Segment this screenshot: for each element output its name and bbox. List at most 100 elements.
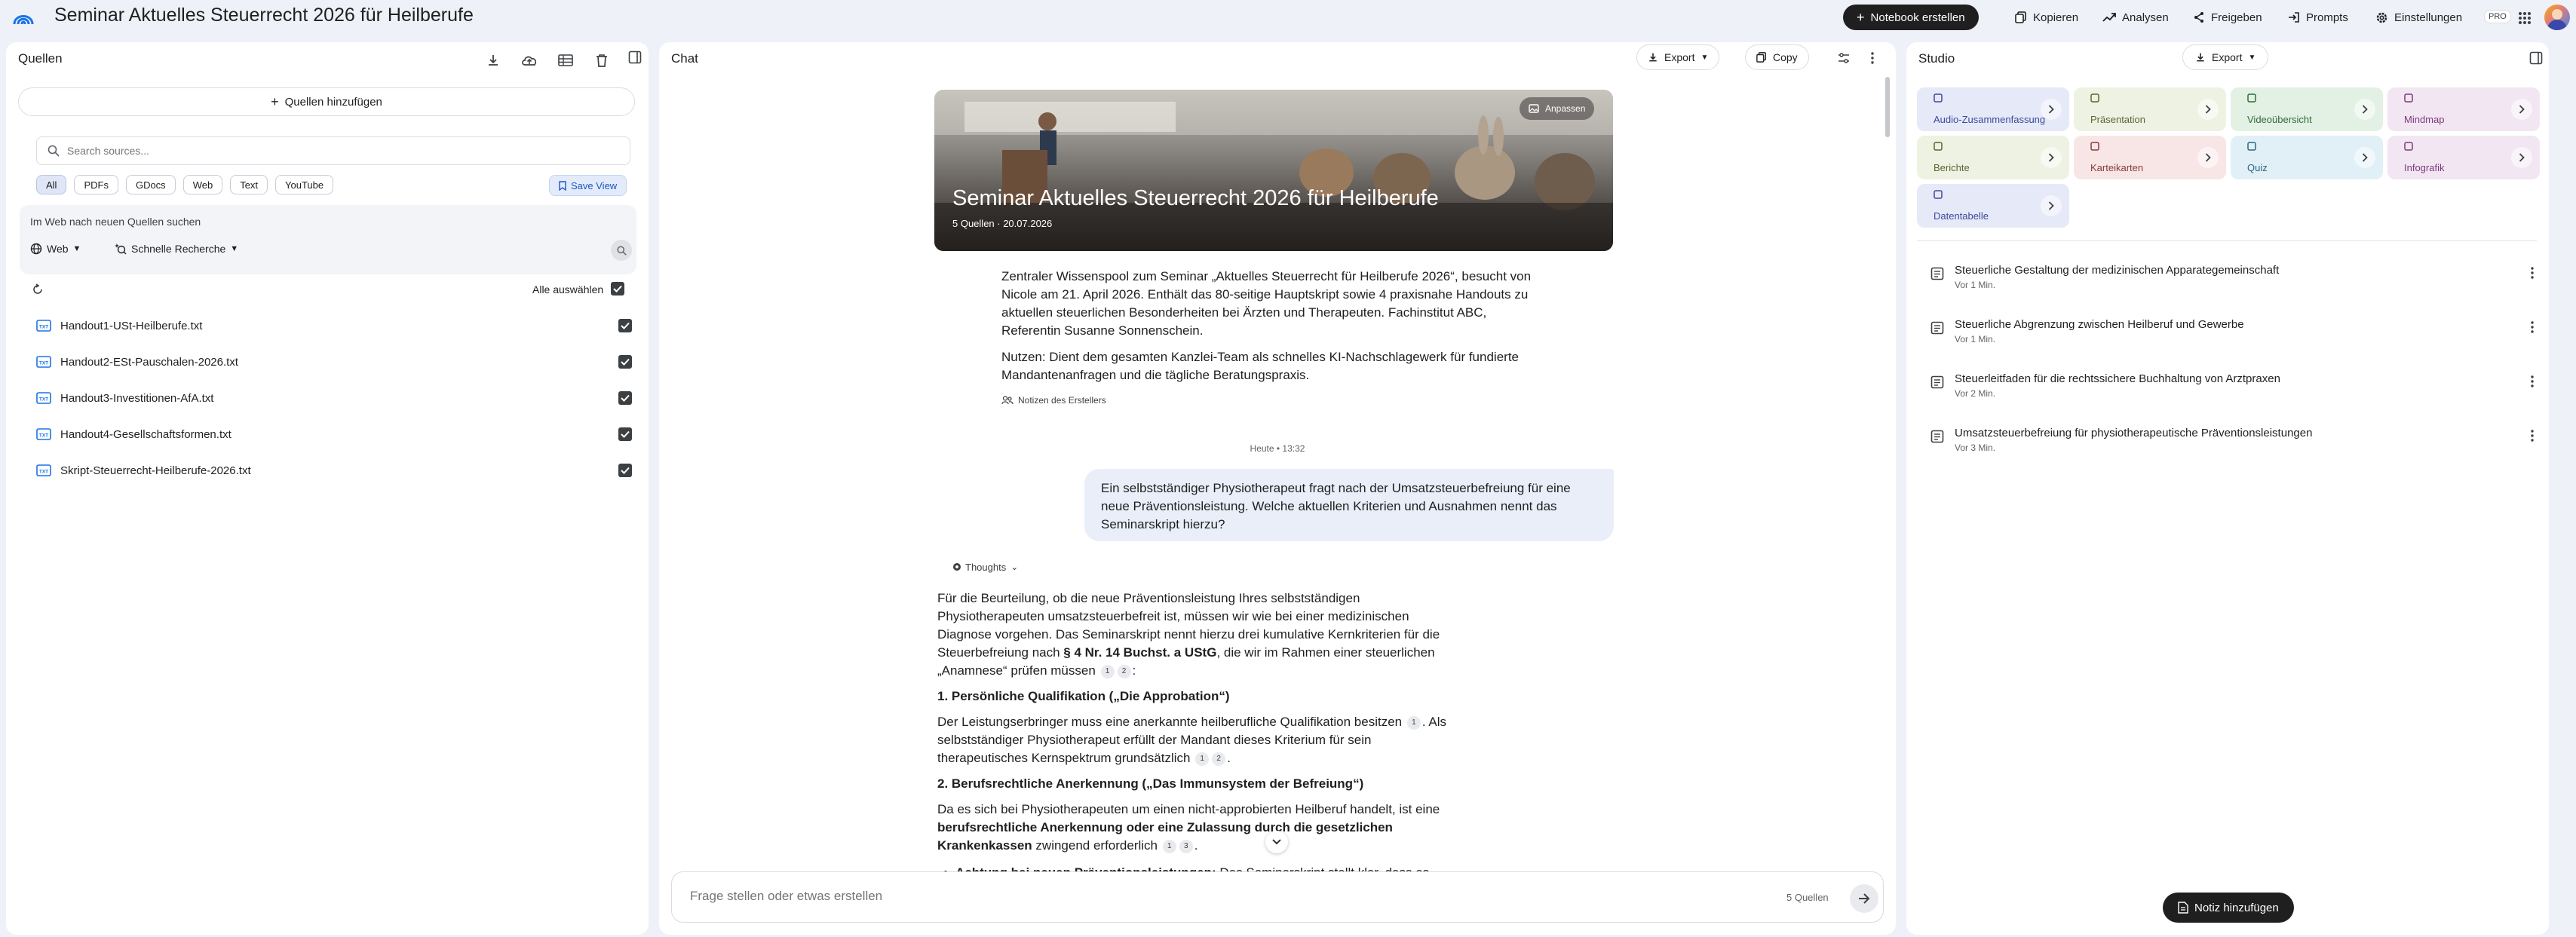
filter-chip-text[interactable]: Text — [230, 175, 268, 194]
search-sources-input[interactable] — [67, 145, 595, 157]
avatar[interactable] — [2544, 5, 2570, 30]
trash-icon[interactable] — [591, 50, 612, 71]
send-button[interactable] — [1850, 884, 1878, 913]
citation-badge[interactable]: 2 — [1117, 664, 1131, 678]
select-all-label: Alle auswählen — [532, 283, 604, 295]
settings-button[interactable]: Einstellungen — [2366, 5, 2471, 30]
citation-badge[interactable]: 1 — [1406, 715, 1421, 730]
chevron-right-icon[interactable] — [2511, 147, 2532, 168]
thoughts-toggle[interactable]: Thoughts ⌄ — [946, 556, 1026, 577]
studio-tile[interactable]: Karteikarten — [2074, 136, 2226, 179]
chevron-right-icon[interactable] — [2354, 147, 2375, 168]
creator-notes-link[interactable]: Notizen des Erstellers — [1001, 395, 1106, 406]
copy-notebook-button[interactable]: Kopieren — [2006, 5, 2087, 30]
studio-tile[interactable]: Quiz — [2231, 136, 2383, 179]
studio-tile[interactable]: Infografik — [2387, 136, 2540, 179]
studio-note-item[interactable]: Steuerliche Gestaltung der medizinischen… — [1930, 261, 2534, 300]
source-item[interactable]: TXT Handout1-USt-Heilberufe.txt — [36, 308, 632, 344]
filter-chip-gdocs[interactable]: GDocs — [125, 175, 176, 194]
chevron-right-icon[interactable] — [2197, 99, 2219, 120]
filter-chip-pdfs[interactable]: PDFs — [74, 175, 118, 194]
refresh-icon[interactable] — [29, 280, 47, 299]
scroll-down-button[interactable] — [1265, 831, 1288, 853]
source-checkbox[interactable] — [618, 427, 632, 441]
studio-tile-label: Mindmap — [2404, 114, 2445, 125]
studio-note-item[interactable]: Umsatzsteuerbefreiung für physiotherapeu… — [1930, 424, 2534, 463]
source-item-name: Handout2-ESt-Pauschalen-2026.txt — [60, 355, 238, 369]
collapse-studio-icon[interactable] — [2526, 48, 2546, 68]
login-arrow-icon — [2289, 12, 2299, 23]
chat-copy-button[interactable]: Copy — [1745, 44, 1809, 70]
studio-note-title: Umsatzsteuerbefreiung für physiotherapeu… — [1955, 427, 2313, 439]
check-icon — [613, 285, 622, 292]
gear-icon — [2376, 12, 2387, 23]
notebooklm-logo-icon[interactable] — [11, 6, 36, 29]
studio-tile[interactable]: Audio-Zusammenfassung — [1917, 87, 2069, 131]
source-item[interactable]: TXT Skript-Steuerrecht-Heilberufe-2026.tx… — [36, 452, 632, 488]
source-checkbox[interactable] — [618, 464, 632, 477]
chevron-right-icon[interactable] — [2511, 99, 2532, 120]
more-vert-icon[interactable] — [1863, 48, 1882, 68]
data-table-icon — [1934, 190, 1943, 199]
citation-badge[interactable]: 1 — [1162, 839, 1176, 853]
download-icon[interactable] — [483, 50, 504, 71]
source-checkbox[interactable] — [618, 355, 632, 369]
chat-input-box[interactable]: 5 Quellen — [671, 871, 1884, 923]
add-sources-button[interactable]: + Quellen hinzufügen — [18, 87, 635, 116]
studio-tile[interactable]: Datentabelle — [1917, 184, 2069, 228]
citation-badge[interactable]: 2 — [1212, 752, 1226, 766]
chat-export-button[interactable]: Export ▼ — [1636, 44, 1720, 70]
save-view-button[interactable]: Save View — [549, 175, 627, 196]
source-item[interactable]: TXT Handout2-ESt-Pauschalen-2026.txt — [36, 344, 632, 380]
citation-badge[interactable]: 3 — [1179, 839, 1193, 853]
studio-note-item[interactable]: Steuerleitfaden für die rechtssichere Bu… — [1930, 369, 2534, 409]
more-vert-icon[interactable] — [2531, 430, 2534, 442]
share-button[interactable]: Freigeben — [2184, 5, 2271, 30]
filter-chip-youtube[interactable]: YouTube — [275, 175, 334, 194]
more-vert-icon[interactable] — [2531, 375, 2534, 387]
studio-tile[interactable]: Mindmap — [2387, 87, 2540, 131]
tune-icon[interactable] — [1834, 48, 1854, 68]
cloud-upload-icon[interactable] — [519, 50, 540, 71]
citation-badge[interactable]: 1 — [1100, 664, 1115, 678]
studio-export-button[interactable]: Export ▼ — [2182, 44, 2269, 70]
search-sources-field[interactable] — [36, 136, 630, 165]
source-checkbox[interactable] — [618, 319, 632, 332]
studio-note-item[interactable]: Steuerliche Abgrenzung zwischen Heilberu… — [1930, 315, 2534, 354]
answer-paragraph: Für die Beurteilung, ob die neue Prävent… — [937, 591, 1440, 678]
source-item[interactable]: TXT Handout4-Gesellschaftsformen.txt — [36, 416, 632, 452]
select-all-checkbox[interactable] — [611, 282, 624, 295]
apps-grid-icon[interactable] — [2514, 8, 2535, 29]
source-item[interactable]: TXT Handout3-Investitionen-AfA.txt — [36, 380, 632, 416]
studio-tile[interactable]: Berichte — [1917, 136, 2069, 179]
analytics-button[interactable]: Analysen — [2093, 5, 2178, 30]
create-notebook-button[interactable]: + Notebook erstellen — [1843, 5, 1979, 30]
chevron-right-icon[interactable] — [2041, 147, 2062, 168]
chevron-right-icon[interactable] — [2041, 195, 2062, 216]
filter-chip-web[interactable]: Web — [182, 175, 223, 194]
chevron-right-icon[interactable] — [2354, 99, 2375, 120]
web-search-submit-button[interactable] — [611, 240, 632, 261]
studio-tile-label: Audio-Zusammenfassung — [1934, 114, 2046, 125]
chevron-right-icon[interactable] — [2197, 147, 2219, 168]
table-view-icon[interactable] — [555, 50, 576, 71]
web-source-dropdown[interactable]: Web ▼ — [30, 243, 81, 255]
chevron-right-icon[interactable] — [2041, 99, 2062, 120]
caret-down-icon: ▼ — [1700, 53, 1709, 62]
studio-tile[interactable]: Videoübersicht — [2231, 87, 2383, 131]
prompts-button[interactable]: Prompts — [2279, 5, 2357, 30]
filter-chip-all[interactable]: All — [36, 175, 67, 194]
customize-button[interactable]: Anpassen — [1520, 97, 1595, 120]
add-note-button[interactable]: Notiz hinzufügen — [2163, 893, 2294, 923]
source-checkbox[interactable] — [618, 391, 632, 405]
studio-tile[interactable]: Präsentation — [2074, 87, 2226, 131]
chat-input[interactable] — [690, 889, 1670, 904]
studio-note-time: Vor 2 Min. — [1955, 388, 1996, 399]
answer-paragraph: Da es sich bei Physiotherapeuten um eine… — [937, 802, 1440, 853]
more-vert-icon[interactable] — [2531, 321, 2534, 333]
collapse-panel-icon[interactable] — [624, 47, 646, 68]
more-vert-icon[interactable] — [2531, 267, 2534, 279]
citation-badge[interactable]: 1 — [1195, 752, 1210, 766]
research-mode-dropdown[interactable]: Schnelle Recherche ▼ — [115, 243, 238, 255]
chat-scrollbar[interactable] — [1885, 77, 1890, 137]
